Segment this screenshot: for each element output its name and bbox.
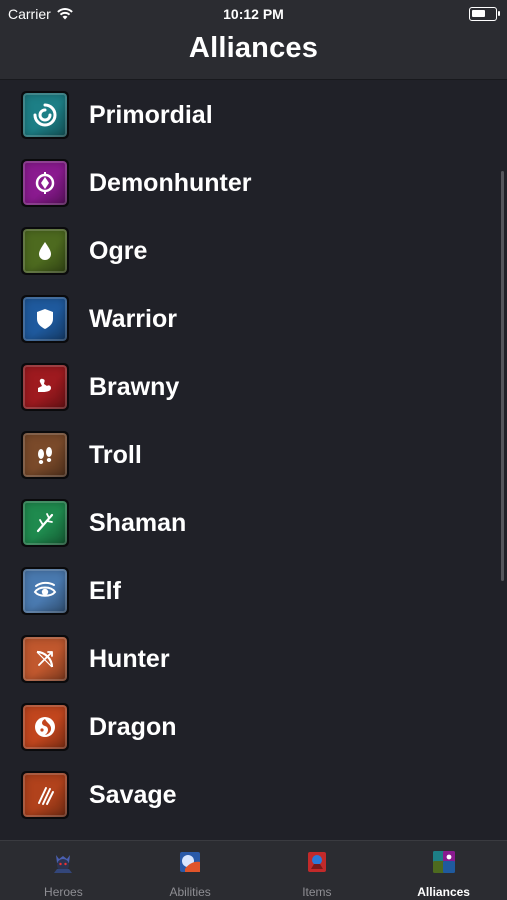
tab-bar: Heroes Abilities Items Alliances xyxy=(0,840,507,900)
alliance-icon-frame xyxy=(21,499,69,547)
alliance-icon-frame xyxy=(21,431,69,479)
bow-icon xyxy=(36,650,54,668)
tab-label: Items xyxy=(302,885,332,899)
alliance-icon-frame xyxy=(21,159,69,207)
alliance-label: Dragon xyxy=(89,712,177,741)
tab-alliances[interactable]: Alliances xyxy=(380,841,507,900)
alliance-label: Ogre xyxy=(89,236,148,265)
claw-marks-icon xyxy=(38,787,54,805)
shield-icon xyxy=(37,309,53,329)
elf-icon xyxy=(23,569,67,613)
tab-label: Abilities xyxy=(169,885,211,899)
battery-icon xyxy=(469,7,500,21)
list-item-primordial[interactable]: Primordial xyxy=(0,81,507,149)
status-time: 10:12 PM xyxy=(223,6,284,22)
ogre-icon xyxy=(23,229,67,273)
tab-label: Heroes xyxy=(44,885,83,899)
hunter-icon xyxy=(23,637,67,681)
troll-icon xyxy=(23,433,67,477)
list-item-ogre[interactable]: Ogre xyxy=(0,217,507,285)
alliance-icon-frame xyxy=(21,771,69,819)
alliance-label: Hunter xyxy=(89,644,170,673)
tab-items[interactable]: Items xyxy=(254,841,381,900)
heroes-icon xyxy=(54,855,73,873)
list-item-brawny[interactable]: Brawny xyxy=(0,353,507,421)
alliance-icon-frame xyxy=(21,635,69,683)
list-item-troll[interactable]: Troll xyxy=(0,421,507,489)
primordial-icon xyxy=(23,93,67,137)
alliance-icon-frame xyxy=(21,703,69,751)
app-screen: Carrier 10:12 PM Alliances Primordial De… xyxy=(0,0,507,900)
list-item-dragon[interactable]: Dragon xyxy=(0,693,507,761)
swirl-icon xyxy=(33,103,57,127)
shaman-icon xyxy=(23,501,67,545)
scroll-indicator[interactable] xyxy=(501,171,504,581)
alliance-list[interactable]: Primordial Demonhunter Ogre Warrior Braw… xyxy=(0,81,507,840)
list-item-savage[interactable]: Savage xyxy=(0,761,507,829)
alliance-label: Troll xyxy=(89,440,142,469)
alliance-label: Warrior xyxy=(89,304,177,333)
warrior-icon xyxy=(23,297,67,341)
items-icon xyxy=(307,852,326,872)
dragon-icon xyxy=(23,705,67,749)
page-title: Alliances xyxy=(188,32,319,64)
elf-eye-icon xyxy=(33,581,57,597)
list-item-warrior[interactable]: Warrior xyxy=(0,285,507,353)
list-item-elf[interactable]: Elf xyxy=(0,557,507,625)
alliance-label: Elf xyxy=(89,576,121,605)
alliance-icon-frame xyxy=(21,295,69,343)
tab-abilities[interactable]: Abilities xyxy=(127,841,254,900)
alliances-icon xyxy=(432,851,455,873)
footprints-icon xyxy=(38,447,52,464)
battery-level xyxy=(472,10,485,17)
savage-icon xyxy=(23,773,67,817)
tab-heroes[interactable]: Heroes xyxy=(0,841,127,900)
alliance-icon-frame xyxy=(21,227,69,275)
tab-label: Alliances xyxy=(417,885,470,899)
alliance-label: Savage xyxy=(89,780,177,809)
flexed-arm-icon xyxy=(38,378,51,392)
drop-icon xyxy=(39,242,51,260)
list-item-demonhunter[interactable]: Demonhunter xyxy=(0,149,507,217)
list-item-shaman[interactable]: Shaman xyxy=(0,489,507,557)
alliance-label: Primordial xyxy=(89,100,213,129)
abilities-icon xyxy=(180,852,201,872)
alliance-icon-frame xyxy=(21,363,69,411)
alliance-icon-frame xyxy=(21,91,69,139)
navigation-bar: Alliances xyxy=(0,28,507,80)
alliance-label: Demonhunter xyxy=(89,168,252,197)
alliance-label: Shaman xyxy=(89,508,187,537)
status-bar: Carrier 10:12 PM xyxy=(0,0,507,28)
dragon-swirl-icon xyxy=(35,717,55,737)
eye-gem-icon xyxy=(35,172,55,194)
alliance-label: Brawny xyxy=(89,372,180,401)
branch-icon xyxy=(36,513,54,533)
brawny-icon xyxy=(23,365,67,409)
alliance-icon-frame xyxy=(21,567,69,615)
demonhunter-icon xyxy=(23,161,67,205)
list-item-hunter[interactable]: Hunter xyxy=(0,625,507,693)
